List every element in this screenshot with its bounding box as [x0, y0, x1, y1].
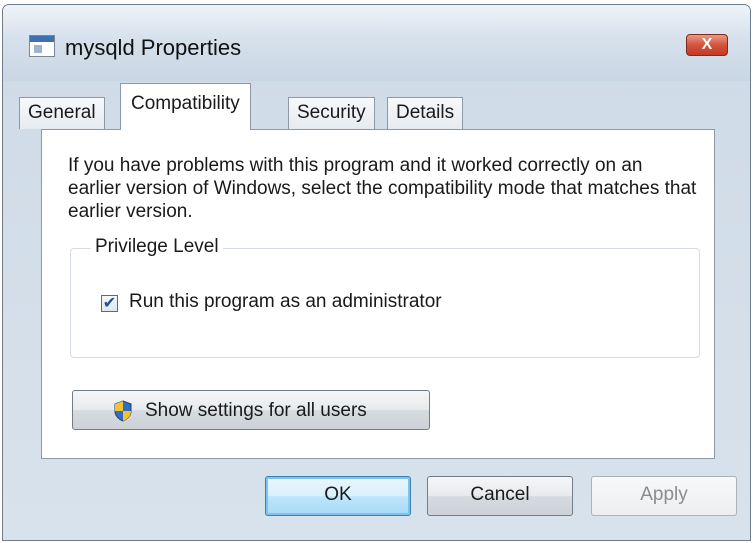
compatibility-description: If you have problems with this program a…	[68, 155, 697, 222]
compatibility-panel: If you have problems with this program a…	[41, 129, 715, 459]
close-icon: X	[701, 36, 713, 53]
uac-shield-icon	[114, 400, 132, 422]
privilege-level-group: Privilege Level ✔ Run this program as an…	[70, 236, 700, 358]
tab-details[interactable]: Details	[387, 97, 464, 129]
tab-general[interactable]: General	[19, 97, 105, 129]
close-button[interactable]: X	[686, 34, 728, 56]
privilege-level-label: Privilege Level	[91, 236, 223, 258]
properties-dialog: mysqld Properties X General Compatibilit…	[2, 4, 751, 541]
tab-compatibility[interactable]: Compatibility	[120, 83, 251, 130]
tab-security[interactable]: Security	[288, 97, 375, 129]
title-bar[interactable]: mysqld Properties X	[3, 5, 750, 81]
window-title: mysqld Properties	[65, 35, 242, 60]
run-as-admin-label[interactable]: Run this program as an administrator	[129, 291, 442, 313]
show-settings-label: Show settings for all users	[145, 400, 367, 421]
run-as-admin-checkbox[interactable]: ✔	[101, 295, 118, 312]
apply-button[interactable]: Apply	[591, 476, 737, 516]
show-settings-all-users-button[interactable]: Show settings for all users	[72, 390, 430, 430]
program-window-icon	[29, 35, 55, 57]
ok-button[interactable]: OK	[265, 476, 411, 516]
checkmark-icon: ✔	[102, 295, 117, 312]
cancel-button[interactable]: Cancel	[427, 476, 573, 516]
